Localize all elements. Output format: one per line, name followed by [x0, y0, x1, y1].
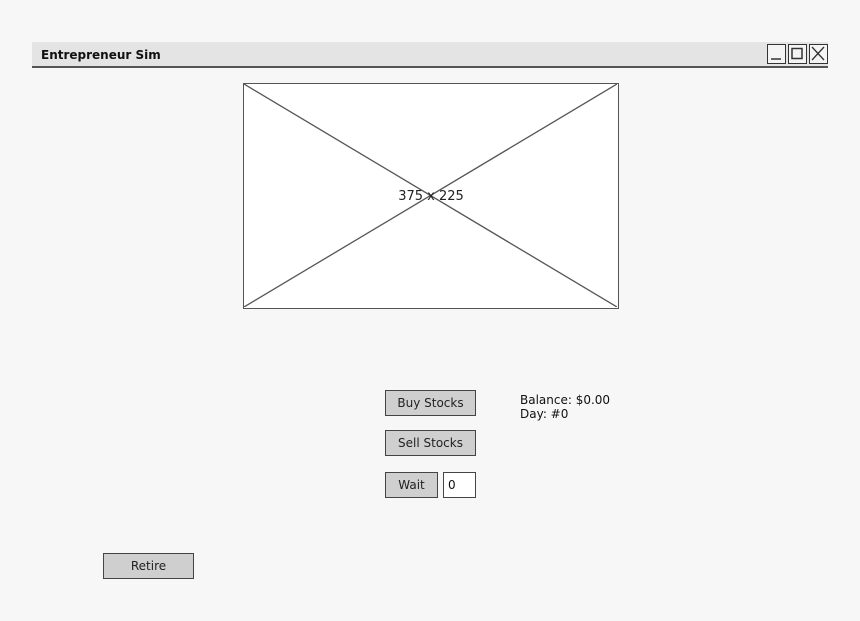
close-icon[interactable] — [809, 44, 828, 64]
title-bar: Entrepreneur Sim — [32, 42, 828, 68]
image-placeholder: 375 x 225 — [243, 83, 619, 309]
retire-button[interactable]: Retire — [103, 553, 194, 579]
status-panel: Balance: $0.00 Day: #0 — [520, 393, 610, 421]
image-placeholder-label: 375 x 225 — [398, 189, 464, 204]
maximize-icon[interactable] — [788, 44, 807, 64]
window-controls — [765, 44, 828, 64]
minimize-icon[interactable] — [767, 44, 786, 64]
app-window: Entrepreneur Sim 375 x 225 Buy Stocks Se… — [0, 0, 860, 621]
buy-stocks-button[interactable]: Buy Stocks — [385, 390, 476, 416]
wait-button[interactable]: Wait — [385, 472, 438, 498]
day-text: Day: #0 — [520, 407, 569, 421]
sell-stocks-button[interactable]: Sell Stocks — [385, 430, 476, 456]
balance-text: Balance: $0.00 — [520, 393, 611, 407]
wait-days-input[interactable] — [443, 472, 476, 498]
window-title: Entrepreneur Sim — [41, 48, 161, 62]
